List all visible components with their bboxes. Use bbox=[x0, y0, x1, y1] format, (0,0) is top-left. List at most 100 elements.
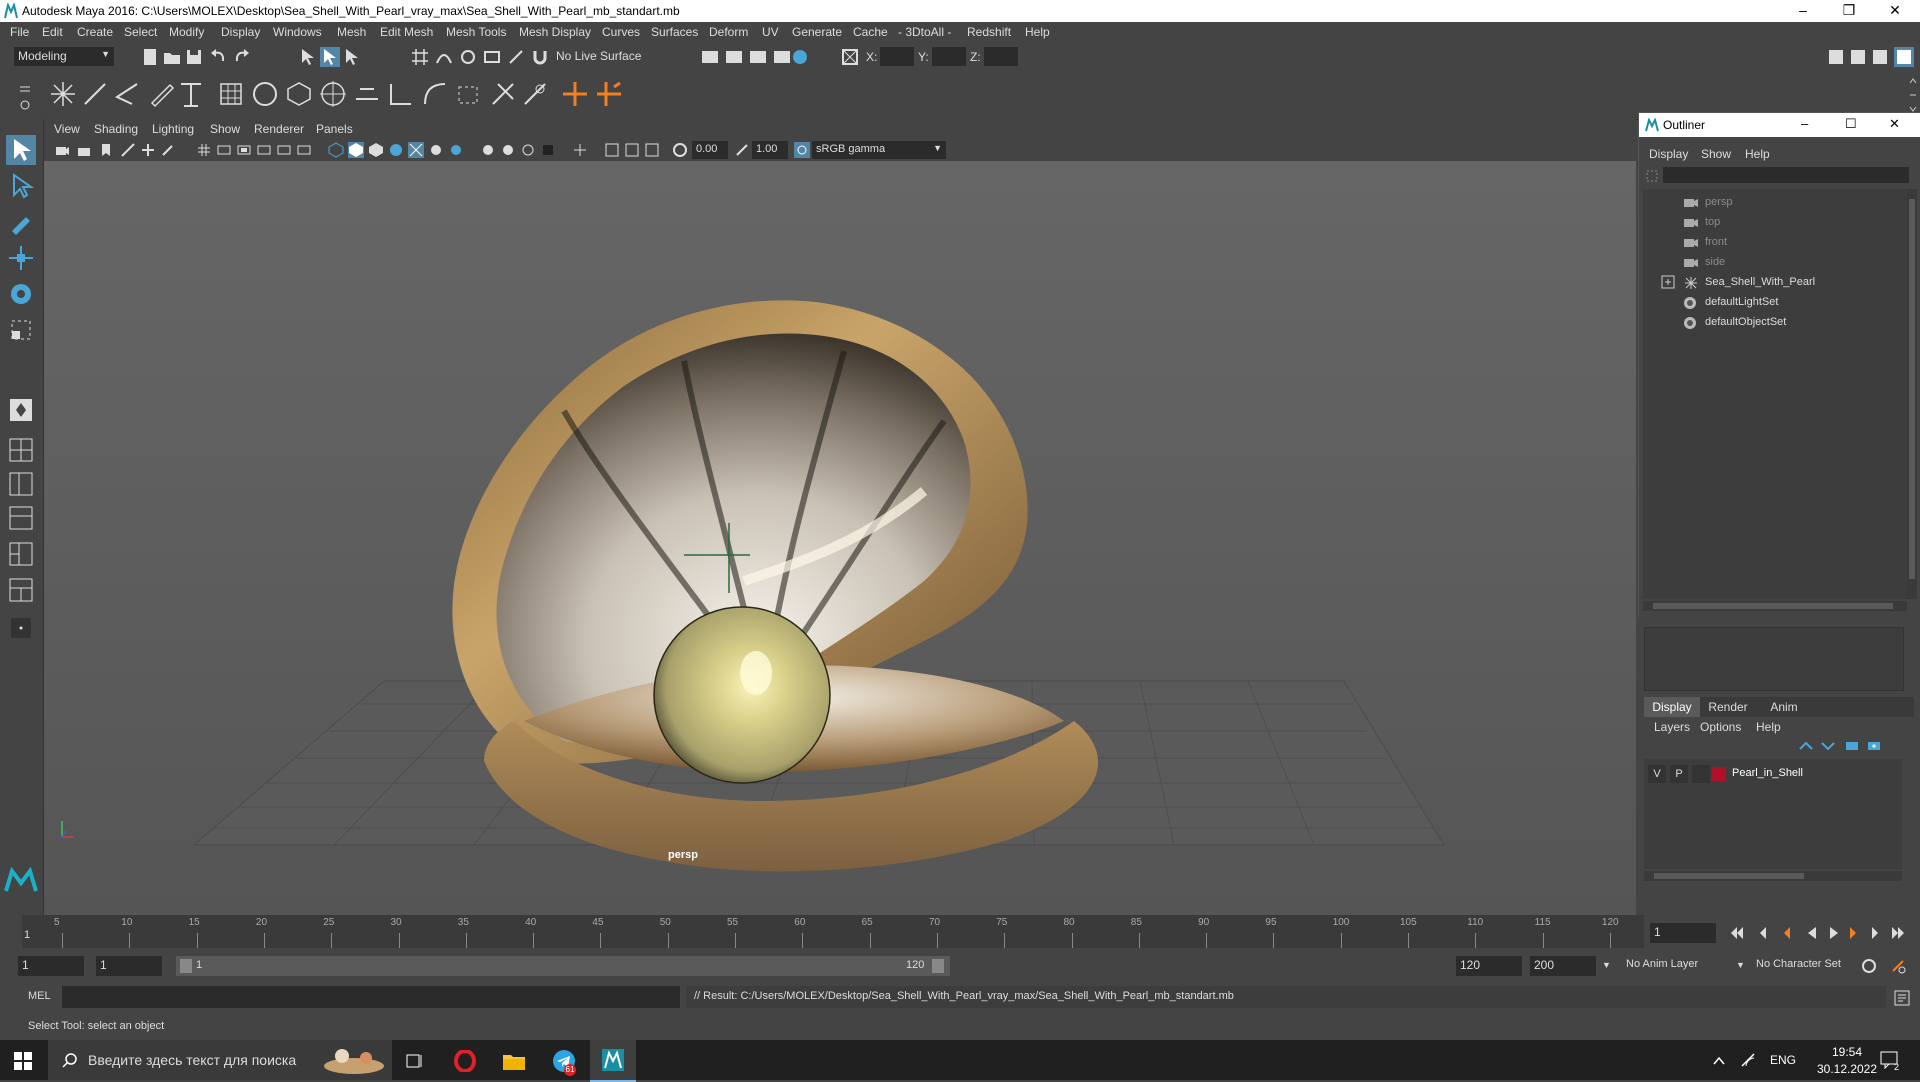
snap-point-icon[interactable] bbox=[458, 47, 478, 67]
time-slider[interactable]: 1 5 10 15 20 25 30 35 40 45 50 55 60 65 70 75 80 85 90 95 1… bbox=[0, 915, 1920, 950]
x-field[interactable] bbox=[880, 47, 914, 66]
menu-display[interactable]: Display bbox=[221, 25, 260, 39]
bookmark-icon[interactable] bbox=[98, 142, 114, 158]
open-scene-icon[interactable] bbox=[162, 47, 182, 67]
outliner-minimize-button[interactable]: – bbox=[1801, 116, 1808, 131]
polygon-sphere-icon[interactable] bbox=[250, 79, 280, 109]
tab-anim[interactable]: Anim bbox=[1756, 697, 1812, 717]
anim-layer-selector[interactable]: ▼ No Anim Layer bbox=[1602, 956, 1742, 976]
rotate-tool-icon[interactable] bbox=[6, 279, 36, 309]
menu-redshift[interactable]: Redshift bbox=[967, 25, 1011, 39]
y-field[interactable] bbox=[932, 47, 966, 66]
render-frame-icon[interactable] bbox=[700, 47, 720, 67]
color-space-selector[interactable]: sRGB gamma ▼ bbox=[812, 141, 946, 159]
insert-edge-icon[interactable] bbox=[560, 79, 590, 109]
menu-modify[interactable]: Modify bbox=[169, 25, 204, 39]
select-object-icon[interactable] bbox=[320, 47, 340, 67]
current-frame-field[interactable]: 1 bbox=[1650, 923, 1716, 943]
ipr-render-icon[interactable] bbox=[724, 47, 744, 67]
polygon-torus-icon[interactable] bbox=[318, 79, 348, 109]
live-surface-label[interactable]: No Live Surface bbox=[556, 49, 641, 63]
undo-icon[interactable] bbox=[208, 47, 228, 67]
new-empty-layer-icon[interactable] bbox=[1844, 739, 1860, 753]
snap-view-plane-icon[interactable] bbox=[482, 47, 502, 67]
end-time-field[interactable]: 200 bbox=[1530, 956, 1596, 976]
range-end-handle[interactable] bbox=[932, 959, 944, 973]
layer-menu-layers[interactable]: Layers bbox=[1654, 720, 1690, 734]
multisample-aa-icon[interactable] bbox=[500, 142, 516, 158]
menu-edit-mesh[interactable]: Edit Mesh bbox=[380, 25, 433, 39]
select-tool-icon[interactable] bbox=[6, 135, 36, 165]
ep-curve-tool-icon[interactable] bbox=[80, 79, 110, 109]
xray-joints-icon[interactable] bbox=[604, 142, 620, 158]
tool-settings-icon[interactable] bbox=[1870, 47, 1890, 67]
new-layer-from-selected-icon[interactable] bbox=[1866, 739, 1882, 753]
menu-cache[interactable]: Cache bbox=[853, 25, 888, 39]
shelf-scroll[interactable] bbox=[1908, 75, 1918, 115]
playback-end-field[interactable]: 120 bbox=[1456, 956, 1522, 976]
smooth-shade-icon[interactable] bbox=[348, 142, 364, 158]
edge-loop-icon[interactable] bbox=[520, 79, 550, 109]
opera-icon[interactable] bbox=[454, 1050, 476, 1072]
single-perspective-layout-icon[interactable] bbox=[6, 435, 36, 465]
playback-start-field[interactable]: 1 bbox=[96, 956, 162, 976]
layer-horizontal-scrollbar[interactable] bbox=[1644, 871, 1902, 881]
snap-curve-icon[interactable] bbox=[434, 47, 454, 67]
outliner-layout-icon[interactable] bbox=[6, 503, 36, 533]
viewport-menu-lighting[interactable]: Lighting bbox=[152, 122, 194, 136]
depth-of-field-icon[interactable] bbox=[520, 142, 536, 158]
color-management-icon[interactable] bbox=[794, 142, 810, 158]
viewport-menu-renderer[interactable]: Renderer bbox=[254, 122, 304, 136]
start-time-field[interactable]: 1 bbox=[18, 956, 84, 976]
backface-icon[interactable] bbox=[644, 142, 660, 158]
clock-date[interactable]: 30.12.2022 bbox=[1806, 1062, 1888, 1076]
camera-lock-icon[interactable] bbox=[76, 142, 92, 158]
offset-edge-icon[interactable] bbox=[594, 79, 624, 109]
menu-help[interactable]: Help bbox=[1025, 25, 1050, 39]
lasso-tool-icon[interactable] bbox=[6, 171, 36, 201]
layer-menu-help[interactable]: Help bbox=[1756, 720, 1781, 734]
field-chart-icon[interactable] bbox=[276, 142, 292, 158]
menu-mesh-display[interactable]: Mesh Display bbox=[519, 25, 591, 39]
menu-mesh[interactable]: Mesh bbox=[337, 25, 366, 39]
xray-components-icon[interactable] bbox=[624, 142, 640, 158]
outliner-vertical-scrollbar[interactable] bbox=[1907, 189, 1917, 599]
magnet-icon[interactable] bbox=[530, 47, 550, 67]
render-view-icon[interactable] bbox=[790, 47, 810, 67]
tab-render[interactable]: Render bbox=[1700, 697, 1756, 717]
last-tool-icon[interactable] bbox=[6, 395, 36, 425]
layer-display-type-toggle[interactable] bbox=[1692, 765, 1710, 783]
network-icon[interactable] bbox=[1740, 1052, 1756, 1068]
move-tool-icon[interactable] bbox=[6, 243, 36, 273]
time-slider-track[interactable]: 1 5 10 15 20 25 30 35 40 45 50 55 60 65 70 75 80 85 90 95 1… bbox=[22, 915, 1644, 948]
cv-curve-tool-icon[interactable] bbox=[112, 79, 142, 109]
menu-3dtoall[interactable]: - 3DtoAll - bbox=[898, 25, 951, 39]
expand-icon[interactable] bbox=[1661, 275, 1675, 289]
outliner-maximize-button[interactable]: ☐ bbox=[1845, 116, 1857, 132]
redo-icon[interactable] bbox=[232, 47, 252, 67]
menu-generate[interactable]: Generate bbox=[792, 25, 842, 39]
maya-home-logo-icon[interactable] bbox=[4, 867, 38, 893]
image-plane-icon[interactable] bbox=[120, 142, 136, 158]
z-field[interactable] bbox=[984, 47, 1018, 66]
command-language-label[interactable]: MEL bbox=[28, 990, 51, 1002]
maya-taskbar-button[interactable] bbox=[590, 1040, 636, 1082]
menu-deform[interactable]: Deform bbox=[709, 25, 748, 39]
polygon-cube-icon[interactable] bbox=[216, 79, 246, 109]
animation-preferences-icon[interactable] bbox=[1890, 958, 1908, 974]
restore-button[interactable]: ❐ bbox=[1826, 0, 1872, 22]
menu-edit[interactable]: Edit bbox=[42, 25, 63, 39]
file-explorer-icon[interactable] bbox=[502, 1050, 526, 1072]
polygon-cylinder-icon[interactable] bbox=[284, 79, 314, 109]
viewport-menu-panels[interactable]: Panels bbox=[316, 122, 353, 136]
scale-tool-icon[interactable] bbox=[6, 315, 36, 345]
script-editor-icon[interactable] bbox=[1894, 990, 1910, 1006]
outliner-menu-help[interactable]: Help bbox=[1745, 147, 1770, 161]
grid-toggle-icon[interactable] bbox=[196, 142, 212, 158]
wireframe-on-shaded-icon[interactable] bbox=[368, 142, 384, 158]
isolate-select-icon[interactable] bbox=[540, 142, 556, 158]
language-indicator[interactable]: ENG bbox=[1770, 1053, 1796, 1067]
gamma-icon[interactable] bbox=[734, 142, 750, 158]
move-layer-up-icon[interactable] bbox=[1798, 739, 1814, 753]
paint-select-icon[interactable] bbox=[6, 207, 36, 237]
